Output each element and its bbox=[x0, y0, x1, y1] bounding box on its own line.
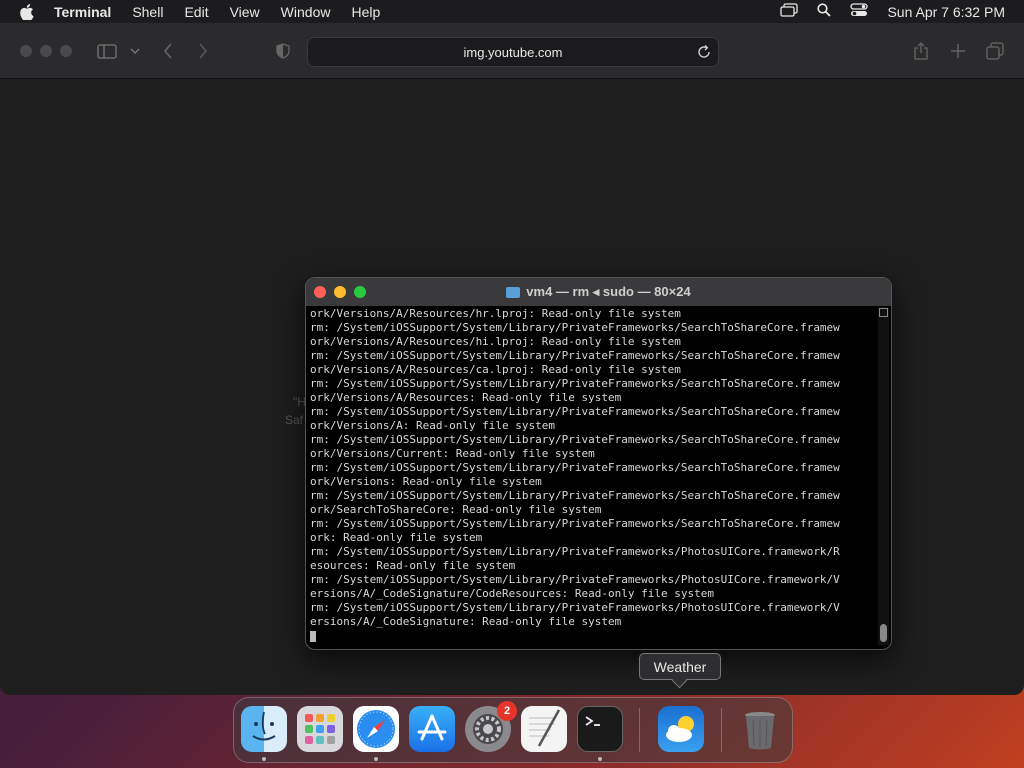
folder-icon bbox=[506, 286, 521, 298]
terminal-zoom-button[interactable] bbox=[354, 286, 366, 298]
safari-running-indicator bbox=[374, 757, 378, 761]
address-text: img.youtube.com bbox=[463, 44, 563, 60]
scrollbar-thumb[interactable] bbox=[880, 624, 887, 642]
terminal-line: rm: /System/iOSSupport/System/Library/Pr… bbox=[310, 321, 840, 334]
terminal-line: rm: /System/iOSSupport/System/Library/Pr… bbox=[310, 433, 840, 446]
dock: 2 bbox=[233, 697, 793, 763]
gear-icon[interactable]: 2 bbox=[465, 701, 517, 752]
finder-running-indicator bbox=[262, 757, 266, 761]
menu-view[interactable]: View bbox=[230, 4, 260, 20]
notification-badge: 2 bbox=[497, 701, 517, 721]
privacy-shield-icon[interactable] bbox=[272, 40, 294, 62]
chevron-down-icon[interactable] bbox=[124, 40, 146, 62]
terminal-title: vm4 — rm ◂ sudo — 80×24 bbox=[526, 284, 691, 299]
terminal-line: rm: /System/iOSSupport/System/Library/Pr… bbox=[310, 517, 840, 530]
screen-mirroring-icon[interactable] bbox=[780, 3, 799, 20]
terminal-line: ersions/A/_CodeSignature: Read-only file… bbox=[310, 615, 622, 628]
terminal-line: rm: /System/iOSSupport/System/Library/Pr… bbox=[310, 573, 840, 586]
apple-menu-icon[interactable] bbox=[19, 3, 35, 20]
scroll-up-icon[interactable] bbox=[879, 308, 888, 317]
terminal-line: rm: /System/iOSSupport/System/Library/Pr… bbox=[310, 377, 840, 390]
dock-separator-2 bbox=[721, 708, 722, 752]
app-store-icon[interactable] bbox=[409, 706, 455, 752]
address-bar[interactable]: img.youtube.com bbox=[307, 37, 719, 67]
menu-edit[interactable]: Edit bbox=[184, 4, 208, 20]
menu-shell[interactable]: Shell bbox=[132, 4, 163, 20]
safari-toolbar: img.youtube.com bbox=[0, 23, 1024, 79]
terminal-line: ork/Versions/A/Resources/hr.lproj: Read-… bbox=[310, 307, 681, 320]
menu-window[interactable]: Window bbox=[281, 4, 331, 20]
launchpad-icon[interactable] bbox=[297, 706, 343, 752]
terminal-minimize-button[interactable] bbox=[334, 286, 346, 298]
terminal-line: rm: /System/iOSSupport/System/Library/Pr… bbox=[310, 601, 840, 614]
safari-minimize-button[interactable] bbox=[40, 45, 52, 57]
terminal-line: rm: /System/iOSSupport/System/Library/Pr… bbox=[310, 545, 840, 558]
terminal-line: rm: /System/iOSSupport/System/Library/Pr… bbox=[310, 461, 840, 474]
terminal-prompt-line bbox=[310, 629, 876, 643]
page-faint-text-2: Saf bbox=[285, 413, 304, 427]
finder-icon[interactable] bbox=[241, 706, 287, 752]
terminal-icon[interactable] bbox=[577, 706, 623, 752]
menu-bar: Terminal Shell Edit View Window Help Sun… bbox=[0, 0, 1024, 23]
terminal-output[interactable]: ork/Versions/A/Resources/hr.lproj: Read-… bbox=[310, 307, 876, 647]
control-center-icon[interactable] bbox=[850, 3, 869, 20]
terminal-line: rm: /System/iOSSupport/System/Library/Pr… bbox=[310, 405, 840, 418]
back-icon[interactable] bbox=[157, 40, 179, 62]
sidebar-toggle-icon[interactable] bbox=[96, 40, 118, 62]
weather-icon[interactable] bbox=[658, 706, 704, 752]
terminal-line: ork/Versions: Read-only file system bbox=[310, 475, 542, 488]
terminal-line: ork/SearchToShareCore: Read-only file sy… bbox=[310, 503, 602, 516]
terminal-titlebar[interactable]: vm4 — rm ◂ sudo — 80×24 bbox=[306, 278, 891, 306]
safari-close-button[interactable] bbox=[20, 45, 32, 57]
new-tab-icon[interactable] bbox=[947, 40, 969, 62]
terminal-cursor bbox=[310, 630, 316, 642]
search-icon[interactable] bbox=[817, 3, 832, 20]
terminal-line: ork/Versions/A/Resources/ca.lproj: Read-… bbox=[310, 363, 681, 376]
dock-tooltip: Weather bbox=[639, 653, 721, 680]
terminal-window: vm4 — rm ◂ sudo — 80×24 ork/Versions/A/R… bbox=[305, 277, 892, 650]
page-faint-text-1: "H bbox=[293, 395, 306, 409]
terminal-scrollbar[interactable] bbox=[878, 307, 889, 645]
trash-icon[interactable] bbox=[737, 706, 783, 752]
terminal-line: rm: /System/iOSSupport/System/Library/Pr… bbox=[310, 489, 840, 502]
terminal-line: rm: /System/iOSSupport/System/Library/Pr… bbox=[310, 349, 840, 362]
terminal-line: ork: Read-only file system bbox=[310, 531, 483, 544]
dock-separator bbox=[639, 708, 640, 752]
menu-bar-clock[interactable]: Sun Apr 7 6:32 PM bbox=[887, 4, 1005, 20]
terminal-line: ork/Versions/A/Resources: Read-only file… bbox=[310, 391, 622, 404]
share-icon[interactable] bbox=[910, 40, 932, 62]
safari-zoom-button[interactable] bbox=[60, 45, 72, 57]
terminal-line: esources: Read-only file system bbox=[310, 559, 516, 572]
dock-tooltip-label: Weather bbox=[653, 658, 707, 675]
textedit-icon[interactable] bbox=[521, 706, 567, 752]
menu-help[interactable]: Help bbox=[351, 4, 380, 20]
reload-icon[interactable] bbox=[696, 44, 712, 60]
forward-icon[interactable] bbox=[192, 40, 214, 62]
terminal-close-button[interactable] bbox=[314, 286, 326, 298]
safari-icon[interactable] bbox=[353, 706, 399, 752]
terminal-running-indicator bbox=[598, 757, 602, 761]
menu-app-name[interactable]: Terminal bbox=[54, 4, 111, 20]
terminal-line: ersions/A/_CodeSignature/CodeResources: … bbox=[310, 587, 714, 600]
terminal-line: ork/Versions/A/Resources/hi.lproj: Read-… bbox=[310, 335, 681, 348]
terminal-line: ork/Versions/Current: Read-only file sys… bbox=[310, 447, 595, 460]
tab-overview-icon[interactable] bbox=[984, 40, 1006, 62]
terminal-line: ork/Versions/A: Read-only file system bbox=[310, 419, 556, 432]
